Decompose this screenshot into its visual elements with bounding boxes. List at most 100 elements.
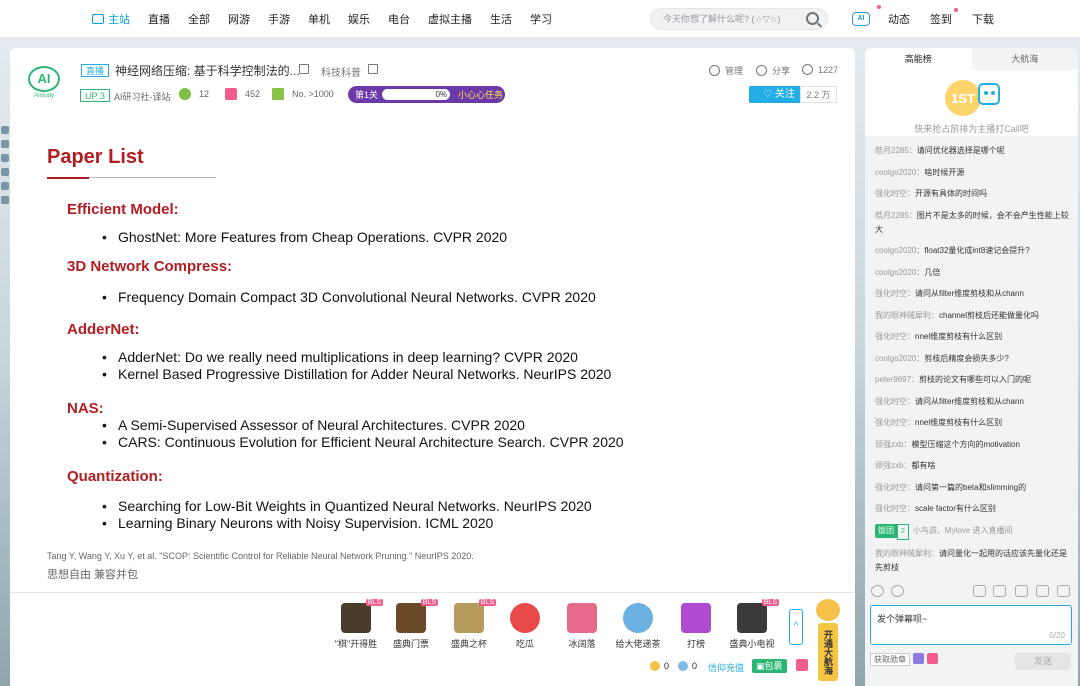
danmaku-user[interactable]: 强化时空： [875, 189, 915, 198]
video-player-slide[interactable]: Paper List Efficient Model: GhostNet: Mo… [10, 114, 855, 592]
manage-button[interactable]: 管理 [709, 64, 743, 77]
gift-item[interactable]: BLS 盛典小电视 [727, 599, 779, 650]
danmaku-user[interactable]: coolgo2020： [875, 268, 924, 277]
copy-icon[interactable] [1015, 585, 1028, 597]
guard-label: 开通大航海 [818, 623, 838, 681]
nav-study[interactable]: 学习 [530, 11, 552, 27]
danmaku-user[interactable]: 我的眼神贼犀利： [875, 549, 939, 558]
package-button[interactable]: ▣包裹 [752, 659, 787, 673]
nav-all[interactable]: 全部 [188, 11, 210, 27]
danmaku-user[interactable]: 强化时空： [875, 332, 915, 341]
danmaku-text: 请问第一篇的beta和slimming的 [915, 482, 1027, 492]
stat-popularity-value: 12 [199, 89, 210, 99]
edit-title-icon[interactable] [299, 64, 309, 74]
guard-button[interactable]: 开通大航海 [815, 599, 841, 683]
danmaku-text: nnel维度剪枝有什么区别 [915, 332, 1003, 341]
edit-category-icon[interactable] [368, 64, 378, 74]
danmaku-user[interactable]: 顽强zxb： [875, 461, 911, 470]
danmaku-user[interactable]: 强化时空： [875, 418, 915, 427]
message-icon[interactable] [993, 585, 1006, 597]
tab-guard[interactable]: 大航海 [972, 48, 1079, 70]
title-rule-grey [89, 177, 216, 178]
edit-icon[interactable] [1036, 585, 1049, 597]
checkin-label: 签到 [930, 14, 952, 26]
danmaku-user[interactable]: 顽强zxb： [875, 440, 911, 449]
stat-gifts-value: 452 [245, 89, 261, 99]
gift-item[interactable]: BLS 盛典之杯 [444, 599, 496, 650]
gift-item[interactable]: BLS 盛典门票 [386, 599, 438, 650]
danmaku-text: scale factor有什么区别 [915, 504, 996, 513]
people-icon [802, 64, 813, 75]
danmaku-text: 都有啥 [911, 461, 936, 470]
send-button[interactable]: 发送 [1015, 653, 1071, 670]
download-link[interactable]: 下载 [972, 11, 994, 27]
gift-item[interactable]: 吃瓜 [500, 603, 550, 650]
danmaku-message: 强化时空：请问第一篇的beta和slimming的 [875, 481, 1070, 495]
user-avatar[interactable]: AI [852, 5, 881, 26]
danmaku-user[interactable]: coolgo2020： [875, 168, 924, 177]
gift-bar: BLS "棋"开得胜 BLS 盛典门票 BLS 盛典之杯 吃瓜 冰阔落 给大佬递茶 打… [10, 592, 855, 686]
tab-high-energy[interactable]: 高能榜 [865, 48, 972, 70]
medal-name: 饭团 [875, 523, 897, 538]
danmaku-user[interactable]: peter9697： [875, 375, 919, 384]
share-button[interactable]: 分享 [756, 64, 790, 77]
danmaku-text: 开源有具体的时间吗 [915, 189, 987, 198]
danmaku-user[interactable]: 皓月2285： [875, 146, 917, 155]
nav-live[interactable]: 直播 [148, 11, 170, 27]
nav-mobile-games[interactable]: 手游 [268, 11, 290, 27]
bell-icon[interactable] [973, 585, 986, 597]
nav-single-player[interactable]: 单机 [308, 11, 330, 27]
fan-icon[interactable] [927, 653, 938, 664]
gift-item[interactable]: BLS "棋"开得胜 [331, 599, 383, 650]
nav-home-label: 主站 [108, 14, 130, 26]
nav-entertainment[interactable]: 娱乐 [348, 11, 370, 27]
danmaku-user[interactable]: 强化时空： [875, 289, 915, 298]
share-label: 分享 [772, 66, 791, 76]
danmaku-user[interactable]: 强化时空： [875, 397, 915, 406]
gift-name: 冰阔落 [568, 639, 596, 649]
room-category[interactable]: 科技科普 [321, 64, 361, 79]
danmaku-user[interactable]: coolgo2020： [875, 354, 924, 363]
notify-dot [877, 5, 881, 9]
search-icon[interactable] [806, 12, 819, 25]
gift-item[interactable]: 给大佬递茶 [613, 603, 663, 650]
settings-icon[interactable] [1057, 585, 1070, 597]
danmaku-user[interactable]: 强化时空： [875, 504, 915, 513]
silver-balance: 0 [678, 661, 697, 671]
vip-icon[interactable] [913, 653, 924, 664]
search-input[interactable]: 今天你想了解什么呢? (☆▽☆) [650, 8, 828, 30]
danmaku-user[interactable]: 我的眼神贼犀利： [875, 311, 939, 320]
bls-badge: BLS [478, 599, 496, 606]
stat-rank[interactable]: No. >1000 [272, 88, 334, 100]
rank-value: No. >1000 [292, 89, 334, 99]
nav-online-games[interactable]: 网游 [228, 11, 250, 27]
danmaku-user[interactable]: coolgo2020： [875, 246, 924, 255]
mission-progress[interactable]: 第1关 0% 小心心任务 [348, 86, 505, 103]
recharge-link[interactable]: 信仰充值 [708, 661, 744, 674]
danmaku-message: 强化时空：nnel维度剪枝有什么区别 [875, 330, 1070, 344]
streamer-name[interactable]: AI研习社-译站 [114, 90, 171, 103]
streamer-avatar[interactable]: AI AIstudy [26, 66, 62, 102]
get-medal-button[interactable]: 获取勋章 [870, 653, 910, 666]
nav-vtuber[interactable]: 虚拟主播 [428, 11, 472, 27]
nav-life[interactable]: 生活 [490, 11, 512, 27]
main-nav: 主站 直播 全部 网游 手游 单机 娱乐 电台 虚拟主播 生活 学习 [92, 0, 570, 38]
gift-box-icon[interactable] [796, 659, 808, 671]
palette-icon[interactable] [891, 585, 904, 597]
gift-box-icon [225, 88, 237, 100]
paper-item: Searching for Low-Bit Weights in Quantiz… [102, 498, 592, 514]
gift-item[interactable]: 打榜 [671, 603, 721, 650]
dynamic-link[interactable]: 动态 [888, 11, 910, 27]
nav-radio[interactable]: 电台 [388, 11, 410, 27]
bar-chart-icon [272, 88, 284, 100]
gift-scroll-button[interactable]: ^ [789, 609, 803, 645]
danmaku-input[interactable]: 发个弹幕呗~ 0/20 [870, 605, 1072, 645]
checkin-link[interactable]: 签到 [930, 8, 958, 27]
nav-home[interactable]: 主站 [92, 11, 130, 27]
danmaku-user[interactable]: 强化时空： [875, 483, 915, 492]
medal-level: 2 [897, 523, 909, 540]
emoji-icon[interactable] [871, 585, 884, 597]
danmaku-user[interactable]: 皓月2285： [875, 211, 917, 220]
danmaku-message: 皓月2285：请问优化器选择是哪个呢 [875, 144, 1070, 158]
gift-item[interactable]: 冰阔落 [557, 603, 607, 650]
